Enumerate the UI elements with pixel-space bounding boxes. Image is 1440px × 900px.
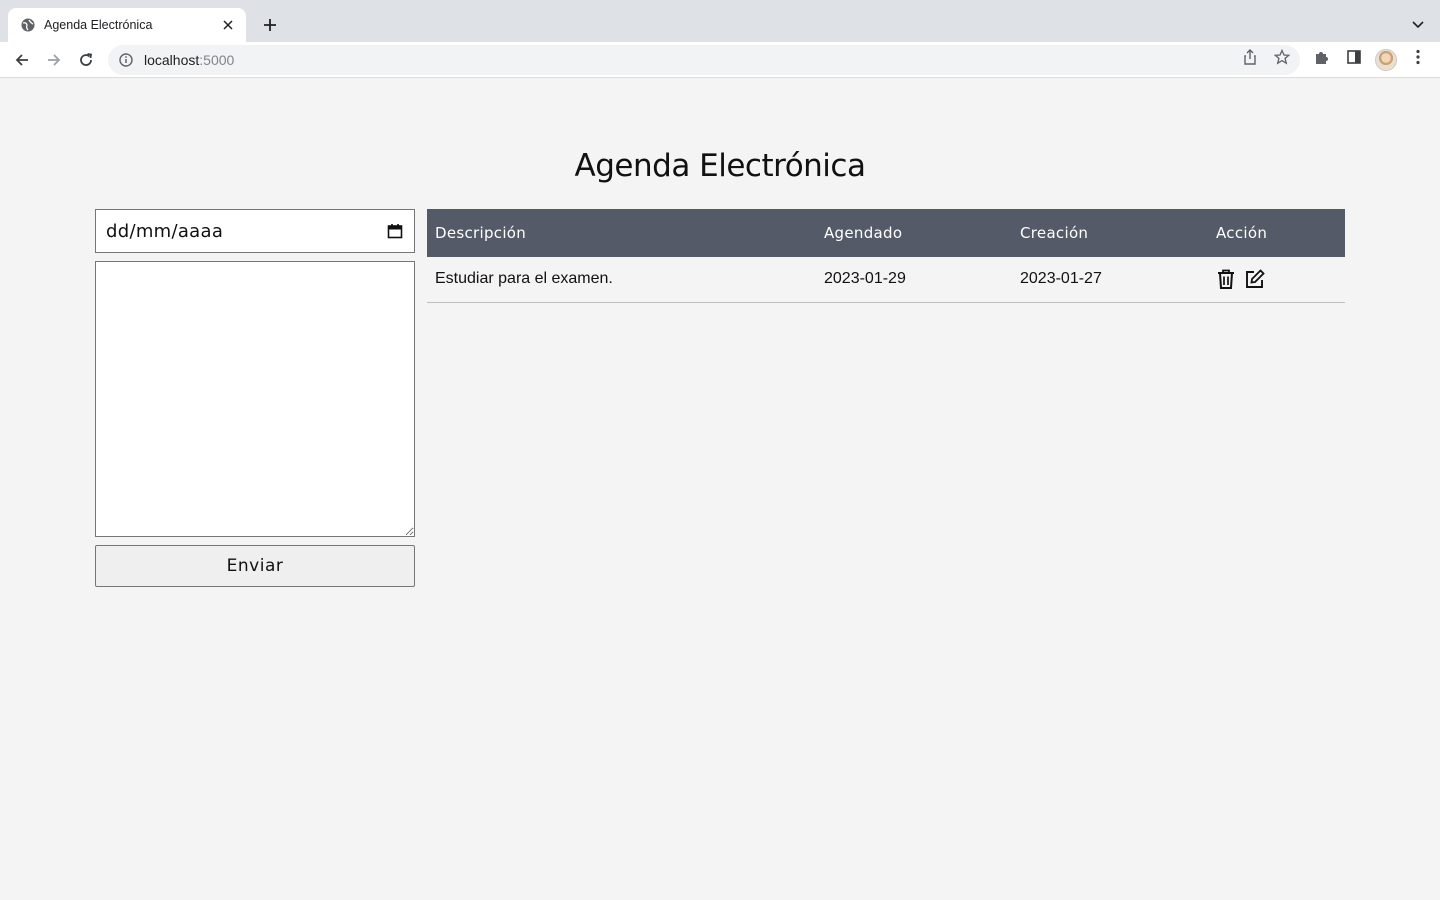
cell-created: 2023-01-27 (1012, 257, 1208, 303)
cell-scheduled: 2023-01-29 (816, 257, 1012, 303)
page-title: Agenda Electrónica (574, 148, 866, 184)
arrow-left-icon (15, 54, 28, 66)
date-input[interactable]: dd/mm/aaaa (95, 209, 415, 253)
url-host: localhost (144, 52, 200, 68)
edit-icon[interactable] (1245, 269, 1265, 289)
url-port: :5000 (199, 52, 235, 68)
reload-icon (80, 53, 93, 66)
agenda-table: Descripción Agendado Creación Acción Est… (427, 209, 1345, 303)
share-button[interactable] (1238, 45, 1262, 69)
share-icon (1244, 49, 1256, 65)
header-descripcion: Descripción (427, 209, 816, 257)
trash-icon[interactable] (1216, 269, 1236, 290)
date-placeholder: dd/mm/aaaa (106, 220, 224, 242)
header-agendado: Agendado (816, 209, 1012, 257)
header-accion: Acción (1208, 209, 1345, 257)
chevron-down-icon (1412, 21, 1424, 29)
puzzle-icon (1316, 52, 1328, 64)
description-textarea[interactable] (95, 261, 415, 537)
browser-toolbar: localhost:5000 (0, 42, 1440, 78)
browser-tabstrip: Agenda Electrónica (0, 0, 1440, 42)
extensions-button[interactable] (1310, 45, 1334, 69)
plus-icon (264, 19, 276, 31)
table-header-row: Descripción Agendado Creación Acción (427, 209, 1345, 257)
more-vertical-icon (1416, 49, 1420, 65)
profile-avatar[interactable] (1375, 49, 1397, 71)
tab-search-button[interactable] (1406, 13, 1430, 37)
star-icon (1274, 49, 1290, 65)
arrow-right-icon (48, 54, 61, 66)
header-creacion: Creación (1012, 209, 1208, 257)
submit-button[interactable]: Enviar (95, 545, 415, 587)
bookmark-button[interactable] (1270, 45, 1294, 69)
side-panel-button[interactable] (1342, 45, 1366, 69)
address-bar[interactable]: localhost:5000 (108, 45, 1300, 75)
url-text: localhost:5000 (144, 52, 234, 68)
table-row: Estudiar para el examen. 2023-01-29 2023… (427, 257, 1345, 303)
forward-button[interactable] (40, 46, 68, 74)
tab-title: Agenda Electrónica (44, 18, 153, 32)
cell-actions (1208, 257, 1345, 303)
calendar-icon[interactable] (386, 222, 404, 240)
new-tab-button[interactable] (258, 13, 282, 37)
cell-description: Estudiar para el examen. (427, 257, 816, 303)
globe-icon (20, 17, 36, 33)
browser-tab[interactable]: Agenda Electrónica (8, 8, 246, 42)
menu-button[interactable] (1406, 45, 1430, 69)
info-icon[interactable] (118, 52, 134, 68)
back-button[interactable] (8, 46, 36, 74)
reload-button[interactable] (72, 46, 100, 74)
side-panel-icon (1347, 50, 1361, 64)
close-icon[interactable] (220, 17, 236, 33)
